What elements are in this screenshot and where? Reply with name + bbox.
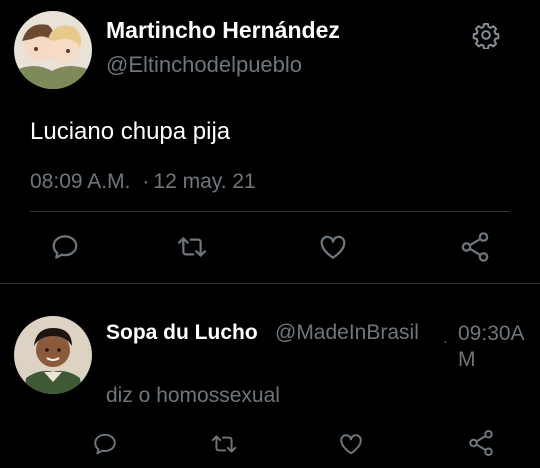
reply-separator: ·	[443, 333, 448, 349]
reply-author-name[interactable]: Sopa du Lucho	[106, 321, 258, 345]
tweet-date: 12 may. 21	[153, 170, 256, 193]
tweet-text: Luciano chupa pija	[30, 118, 231, 145]
retweet-icon[interactable]	[176, 232, 208, 262]
retweet-icon[interactable]	[210, 431, 238, 457]
reply-icon[interactable]	[92, 431, 118, 457]
share-icon[interactable]	[458, 230, 492, 264]
reply-author-handle[interactable]: @MadeInBrasil	[275, 321, 419, 345]
author-handle[interactable]: @Eltinchodelpueblo	[106, 52, 302, 78]
meta-separator: ·	[142, 170, 150, 193]
reply-author-avatar[interactable]	[14, 316, 92, 394]
heart-icon[interactable]	[337, 431, 365, 457]
tweet-time: 08:09 A.M.	[30, 170, 131, 193]
reply-icon[interactable]	[50, 232, 80, 262]
author-avatar[interactable]	[14, 11, 92, 89]
reply-text: diz o homossexual	[106, 384, 280, 407]
heart-icon[interactable]	[317, 232, 349, 262]
tweet-separator-line	[0, 283, 540, 284]
gear-icon[interactable]	[472, 21, 500, 50]
tweet-meta: 08:09 A.M. · 12 may. 21	[30, 170, 256, 194]
divider	[30, 211, 510, 212]
share-icon[interactable]	[466, 428, 496, 458]
author-name[interactable]: Martincho Hernández	[106, 17, 340, 44]
reply-time: 09:30AM	[458, 322, 525, 371]
